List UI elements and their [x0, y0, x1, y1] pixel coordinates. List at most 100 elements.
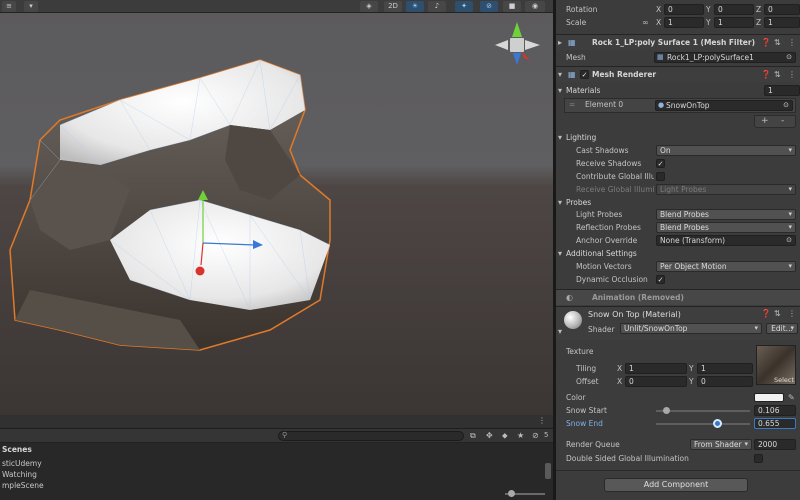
scale-y-field[interactable]: 1: [714, 17, 754, 28]
scene-list-item[interactable]: sticUdemy: [2, 459, 42, 468]
audio-toggle-icon[interactable]: ♪: [428, 1, 446, 12]
mesh-renderer-enabled-checkbox[interactable]: ✓: [580, 70, 589, 79]
favorite-star-icon[interactable]: ★: [517, 431, 524, 440]
scenes-folder-label[interactable]: Scenes: [2, 445, 32, 454]
snow-end-field[interactable]: 0.655: [754, 418, 796, 429]
eyedropper-icon[interactable]: ✎: [788, 391, 795, 404]
dynamic-occlusion-row: Dynamic Occlusion ✓: [556, 273, 800, 286]
offset-x-field[interactable]: 0: [625, 376, 687, 387]
collapse-arrow-icon[interactable]: ▾: [558, 327, 562, 336]
camera-settings-icon[interactable]: ■: [503, 1, 521, 12]
scene-viewport[interactable]: [0, 0, 553, 415]
layers-icon[interactable]: ◈: [360, 1, 378, 12]
additional-settings-foldout[interactable]: ▾ Additional Settings: [556, 247, 800, 260]
rotation-x-field[interactable]: 0: [664, 4, 704, 15]
gizmo-z-handle[interactable]: [195, 266, 205, 276]
motion-vectors-label: Motion Vectors: [576, 262, 632, 271]
tiling-y-field[interactable]: 1: [697, 363, 753, 374]
filter-by-type-icon[interactable]: ⧉: [470, 431, 476, 441]
snow-start-slider-track[interactable]: [656, 410, 750, 412]
search-icon: ⚲: [282, 431, 288, 439]
gizmos-dropdown-icon[interactable]: ◉: [525, 1, 545, 12]
lighting-foldout[interactable]: ▾ Lighting: [556, 131, 800, 144]
expand-arrow-icon[interactable]: ▸: [558, 35, 562, 50]
double-sided-gi-checkbox[interactable]: [754, 454, 763, 463]
materials-size-field[interactable]: 1: [764, 85, 800, 96]
hidden-packages-icon[interactable]: ⊘: [532, 431, 539, 440]
add-element-button[interactable]: +: [761, 116, 769, 126]
dropdown-icon[interactable]: ▾: [24, 1, 38, 12]
effects-toggle-icon[interactable]: ✦: [455, 1, 473, 12]
scene-list-item[interactable]: mpleScene: [2, 481, 44, 490]
hidden-objects-toggle-icon[interactable]: ⊘: [480, 1, 498, 12]
component-menu-icon[interactable]: ⋮: [788, 309, 796, 318]
object-picker-icon[interactable]: ⊙: [786, 53, 792, 62]
rotation-z-field[interactable]: 0: [764, 4, 800, 15]
render-queue-dropdown[interactable]: From Shader: [690, 439, 752, 450]
anchor-override-field[interactable]: None (Transform) ⊙: [656, 235, 796, 246]
snow-start-slider-thumb[interactable]: [662, 407, 670, 414]
collapse-arrow-icon[interactable]: ▾: [558, 247, 562, 260]
object-picker-icon[interactable]: ⊙: [786, 236, 792, 245]
element-material-field[interactable]: ● SnowOnTop ⊙: [655, 100, 793, 111]
materials-row[interactable]: ▾ Materials 1: [556, 84, 800, 97]
search-input[interactable]: ⚲: [278, 431, 464, 441]
scene-list-item[interactable]: Watching: [2, 470, 37, 479]
rotation-y-field[interactable]: 0: [714, 4, 754, 15]
filter-by-label-icon[interactable]: ✥: [486, 431, 493, 440]
mesh-object-field[interactable]: ▦ Rock1_LP:polySurface1 ⊙: [654, 52, 796, 63]
cast-shadows-dropdown[interactable]: On: [656, 145, 796, 156]
snow-end-label: Snow End: [566, 419, 603, 428]
render-queue-field[interactable]: 2000: [754, 439, 796, 450]
mesh-filter-header[interactable]: ▸ ▦ Rock 1_LP:poly Surface 1 (Mesh Filte…: [556, 34, 800, 50]
snow-end-slider-thumb[interactable]: [712, 419, 722, 428]
offset-y-field[interactable]: 0: [697, 376, 753, 387]
receive-gi-label: Receive Global Illumi: [576, 185, 654, 194]
label-icon[interactable]: ⬥: [502, 431, 508, 441]
help-icon[interactable]: ❓: [761, 35, 771, 50]
animation-removed-header[interactable]: ◐ Animation (Removed): [556, 289, 800, 305]
presets-icon[interactable]: ⇅: [774, 309, 781, 318]
motion-vectors-dropdown[interactable]: Per Object Motion: [656, 261, 796, 272]
drag-handle-icon[interactable]: =: [569, 100, 575, 109]
zoom-slider-thumb[interactable]: [508, 490, 515, 497]
snow-start-field[interactable]: 0.106: [754, 405, 796, 416]
collapse-arrow-icon[interactable]: ▾: [558, 131, 562, 144]
cast-shadows-row: Cast Shadows On: [556, 144, 800, 157]
lighting-toggle-icon[interactable]: ☀: [406, 1, 424, 12]
scene-view[interactable]: [0, 0, 553, 415]
component-menu-icon[interactable]: ⋮: [788, 35, 796, 50]
contribute-gi-checkbox[interactable]: [656, 172, 665, 181]
receive-shadows-checkbox[interactable]: ✓: [656, 159, 665, 168]
remove-element-button[interactable]: -: [781, 116, 784, 126]
more-options-icon[interactable]: ⋮: [538, 416, 546, 425]
tiling-x-field[interactable]: 1: [625, 363, 687, 374]
presets-icon[interactable]: ⇅: [774, 67, 781, 82]
help-icon[interactable]: ❓: [761, 309, 771, 318]
axis-x-label: X: [617, 364, 623, 373]
render-queue-label: Render Queue: [566, 440, 620, 449]
reflection-probes-dropdown[interactable]: Blend Probes: [656, 222, 796, 233]
presets-icon[interactable]: ⇅: [774, 35, 781, 50]
collapse-arrow-icon[interactable]: ▾: [558, 67, 562, 82]
scale-z-field[interactable]: 1: [764, 17, 800, 28]
anchor-override-label: Anchor Override: [576, 236, 638, 245]
object-picker-icon[interactable]: ⊙: [783, 101, 789, 110]
help-icon[interactable]: ❓: [761, 67, 771, 82]
collapse-arrow-icon[interactable]: ▾: [558, 84, 562, 97]
menu-icon[interactable]: ≡: [2, 1, 16, 12]
add-component-button[interactable]: Add Component: [604, 478, 748, 492]
shader-dropdown[interactable]: Unlit/SnowOnTop: [620, 323, 762, 334]
light-probes-dropdown[interactable]: Blend Probes: [656, 209, 796, 220]
scale-x-field[interactable]: 1: [664, 17, 704, 28]
link-icon[interactable]: ∞: [642, 16, 649, 29]
component-menu-icon[interactable]: ⋮: [788, 67, 796, 82]
snow-end-slider-track[interactable]: [656, 423, 750, 425]
edit-shader-button[interactable]: Edit...: [766, 323, 798, 334]
animation-removed-title: Animation (Removed): [592, 293, 684, 302]
color-swatch[interactable]: [754, 393, 784, 402]
toggle-2d-button[interactable]: 2D: [384, 1, 402, 12]
mesh-renderer-header[interactable]: ▾ ▦ ✓ Mesh Renderer ❓ ⇅ ⋮: [556, 66, 800, 82]
scrollbar[interactable]: [545, 463, 551, 479]
dynamic-occlusion-checkbox[interactable]: ✓: [656, 275, 665, 284]
